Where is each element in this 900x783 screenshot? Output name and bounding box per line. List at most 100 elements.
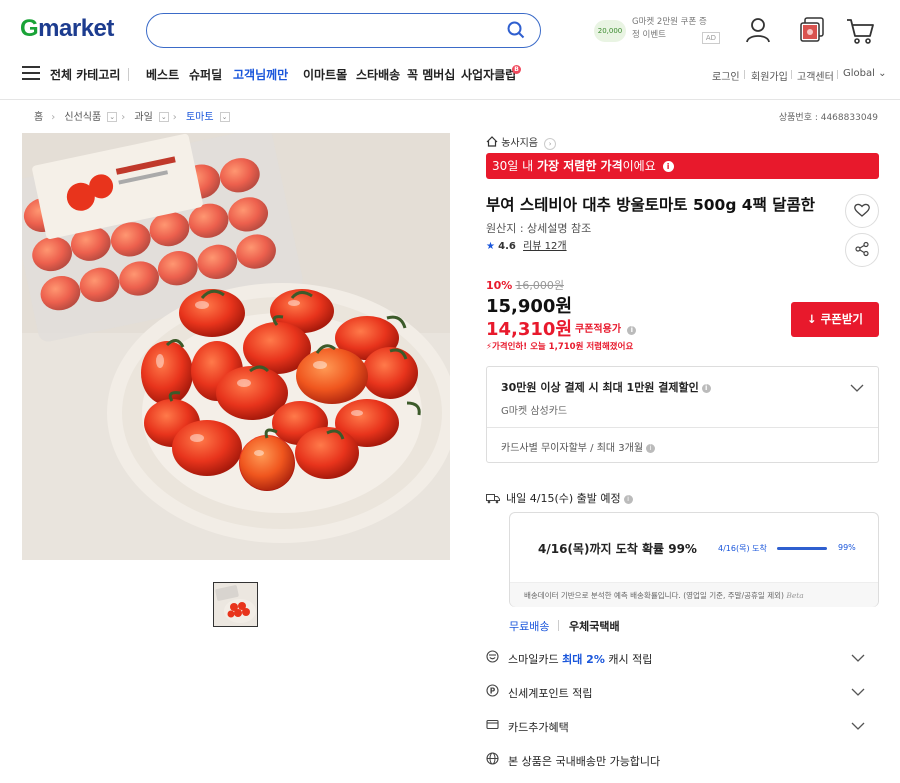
chevron-right-icon: › <box>544 138 557 150</box>
beta-label: Beta <box>786 591 804 600</box>
courier-name: 우체국택배 <box>569 620 620 633</box>
ad-banner[interactable]: 20,000 G마켓 2만원 쿠폰 증정 이벤트 AD <box>590 14 720 48</box>
globe-icon <box>486 752 499 768</box>
search-input[interactable] <box>163 14 503 44</box>
user-icon[interactable] <box>744 16 772 47</box>
installment-info: 카드사별 무이자할부 / 최대 3개월 i <box>501 439 656 454</box>
share-icon <box>854 241 870 260</box>
card-extra-text: 카드추가혜택 <box>508 721 569 734</box>
discount-percent: 10% <box>486 279 513 292</box>
signup-link[interactable]: 회원가입 <box>751 68 788 83</box>
domestic-shipping-row: 본 상품은 국내배송만 가능합니다 <box>486 750 879 772</box>
store-link[interactable]: 농사지음 › <box>486 134 557 150</box>
installment-text: 카드사별 무이자할부 / 최대 3개월 <box>501 443 644 454</box>
point-icon: P <box>486 684 499 700</box>
chevron-down-icon[interactable]: ⌄ <box>219 112 230 122</box>
product-thumbnail[interactable] <box>213 582 258 627</box>
shinsegae-point-row[interactable]: P 신세계포인트 적립 <box>486 682 879 704</box>
domestic-shipping-text: 본 상품은 국내배송만 가능합니다 <box>508 755 661 768</box>
chevron-down-icon[interactable] <box>850 381 864 395</box>
main-nav: 전체 카테고리 베스트 슈퍼딜 고객님께만 이마트몰 스타배송 꼭 멤버십 사업… <box>0 62 900 87</box>
header-divider <box>0 99 900 100</box>
info-icon[interactable]: i <box>701 384 711 393</box>
login-link[interactable]: 로그인 <box>712 68 740 83</box>
breadcrumb-tomato[interactable]: 토마토 <box>186 108 214 123</box>
card-discount-title: 30만원 이상 결제 시 최대 1만원 결제할인 i <box>501 379 711 395</box>
shipping-divider <box>558 620 559 631</box>
cart-icon[interactable] <box>845 16 875 49</box>
breadcrumb-fruit[interactable]: 과일 <box>134 108 152 123</box>
ad-label: AD <box>701 32 720 44</box>
hamburger-menu-icon[interactable] <box>22 66 40 83</box>
chevron-right-icon: › <box>172 112 177 123</box>
info-icon[interactable]: i <box>646 444 656 453</box>
wishlist-button[interactable] <box>845 194 879 228</box>
delivery-date-label: 4/16(목) 도착 <box>718 544 767 553</box>
card-divider <box>487 427 878 428</box>
rating-score: 4.6 <box>498 241 516 252</box>
customer-center-link[interactable]: 고객센터 <box>797 68 834 83</box>
star-icon: ★ <box>486 241 495 252</box>
price-drop-text: 가격인하! 오늘 1,710원 저렴해졌어요 <box>491 342 634 352</box>
delivery-probability-box: 4/16(목)까지 도착 확률 99% 4/16(목) 도착 99% 배송데이터… <box>509 512 879 607</box>
card-discount-title-text: 30만원 이상 결제 시 최대 1만원 결제할인 <box>501 381 699 394</box>
breadcrumb-fresh-food[interactable]: 신선식품 <box>64 108 101 123</box>
chevron-right-icon: › <box>121 112 126 123</box>
nav-membership[interactable]: 꼭 멤버십 <box>407 66 455 83</box>
chevron-down-icon[interactable]: ⌄ <box>107 112 118 122</box>
product-title: 부여 스테비아 대추 방울토마토 500g 4팩 달콤한 <box>486 196 816 214</box>
home-icon <box>486 136 501 149</box>
search-bar <box>146 13 541 48</box>
get-coupon-button[interactable]: ↓ 쿠폰받기 <box>791 302 879 337</box>
logo-g: G <box>20 15 39 42</box>
gmarket-logo[interactable]: Gmarket <box>20 15 114 43</box>
search-icon[interactable] <box>506 20 526 43</box>
chevron-down-icon <box>851 720 865 733</box>
delivery-note-text: 배송데이터 기반으로 분석한 예측 배송확률입니다. (영업일 기준, 주말/공… <box>524 591 784 600</box>
util-divider <box>837 70 838 79</box>
shipping-departure-text: 내일 4/15(수) 출발 예정 <box>506 492 621 505</box>
ad-coupon-badge: 20,000 <box>594 20 626 42</box>
product-rating: ★ 4.6 리뷰 12개 <box>486 237 567 252</box>
discount-info: 10% 16,000원 <box>486 277 564 293</box>
nav-all-categories[interactable]: 전체 카테고리 <box>50 66 120 83</box>
truck-icon <box>486 493 500 507</box>
nav-best[interactable]: 베스트 <box>146 66 179 83</box>
info-icon[interactable]: i <box>623 495 633 504</box>
free-shipping-label: 무료배송 <box>509 620 550 633</box>
nav-for-you[interactable]: 고객님께만 <box>233 66 288 83</box>
delivery-note: 배송데이터 기반으로 분석한 예측 배송확률입니다. (영업일 기준, 주말/공… <box>510 582 878 607</box>
global-label: Global <box>843 68 875 79</box>
chevron-down-icon <box>851 652 865 665</box>
recent-viewed-icon[interactable] <box>798 16 826 47</box>
info-icon[interactable]: i <box>627 326 637 335</box>
breadcrumb-home[interactable]: 홈 <box>34 108 43 123</box>
delivery-probability-percent: 99% <box>838 543 856 552</box>
breadcrumb: 홈 › 신선식품 ⌄ › 과일 ⌄ › 토마토 ⌄ <box>34 108 230 123</box>
smile-card-text: 스마일카드 최대 2% 캐시 적립 <box>508 651 652 667</box>
lowest-price-banner: 30일 내 가장 저렴한 가격이에요 i <box>486 153 879 179</box>
coupon-button-label: 쿠폰받기 <box>820 312 863 326</box>
review-count-link[interactable]: 리뷰 12개 <box>523 241 567 252</box>
nav-emart-mall[interactable]: 이마트몰 <box>303 66 347 83</box>
card-discount-box[interactable]: 30만원 이상 결제 시 최대 1만원 결제할인 i G마켓 삼성카드 카드사별 … <box>486 366 879 463</box>
product-main-image[interactable] <box>22 133 450 560</box>
heart-icon <box>854 203 870 220</box>
coupon-price-value: 14,310원 <box>486 319 573 340</box>
delivery-probability: 4/16(목)까지 도착 확률 99% <box>538 542 697 556</box>
card-extra-benefit-row[interactable]: 카드추가혜택 <box>486 716 879 738</box>
product-origin: 원산지 : 상세설명 참조 <box>486 222 592 235</box>
smile-card-benefit-row[interactable]: 스마일카드 최대 2% 캐시 적립 <box>486 648 879 670</box>
chevron-down-icon[interactable]: ⌄ <box>158 112 169 122</box>
global-link[interactable]: Global ⌄ <box>843 68 886 79</box>
smile-card-text-post: 캐시 적립 <box>604 653 653 666</box>
nav-divider <box>128 68 129 81</box>
smile-card-icon <box>486 650 499 666</box>
price-drop-notice: ⚡가격인하! 오늘 1,710원 저렴해졌어요 <box>486 340 633 352</box>
nav-star-delivery[interactable]: 스타배송 <box>356 66 400 83</box>
share-button[interactable] <box>845 233 879 267</box>
nav-business-club[interactable]: 사업자클럽 <box>461 66 516 83</box>
nav-superdeal[interactable]: 슈퍼딜 <box>189 66 222 83</box>
info-icon[interactable]: i <box>662 161 674 172</box>
credit-card-icon <box>486 718 499 734</box>
